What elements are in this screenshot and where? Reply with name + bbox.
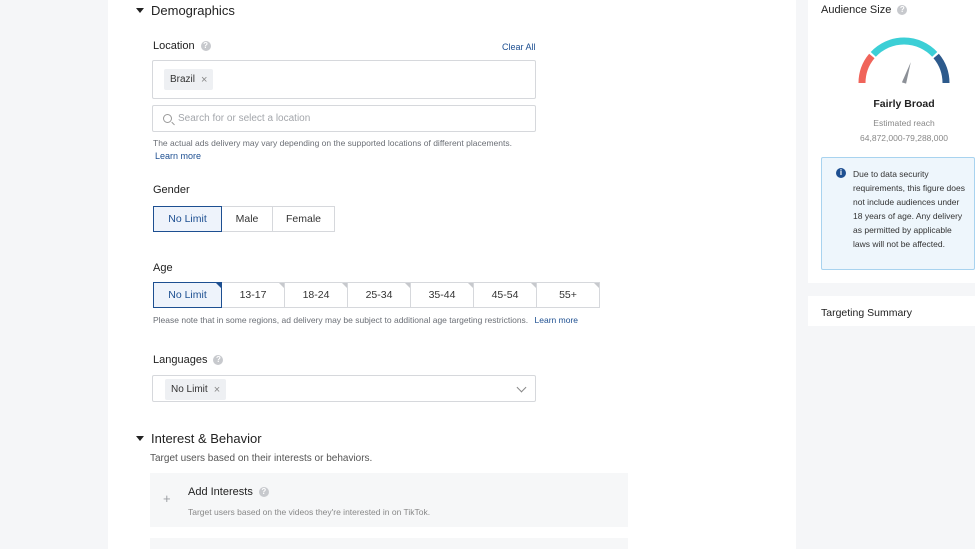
audience-gauge	[858, 37, 950, 84]
age-option-label: No Limit	[168, 289, 207, 301]
search-icon	[163, 114, 172, 123]
location-label-row: Location ?	[153, 40, 211, 52]
age-option-label: 35-44	[428, 289, 456, 301]
interest-header: Interest & Behavior	[151, 431, 262, 446]
location-tag: Brazil ×	[164, 69, 214, 90]
languages-tag-label: No Limit	[171, 384, 208, 395]
age-45-54-button[interactable]: 45-54	[473, 282, 537, 308]
gender-no-limit-button[interactable]: No Limit	[153, 206, 222, 232]
gender-options: No Limit Male Female	[153, 206, 335, 232]
age-note: Please note that in some regions, ad del…	[153, 315, 578, 325]
age-no-limit-button[interactable]: No Limit	[153, 282, 222, 308]
age-option-label: 55+	[559, 289, 577, 301]
remove-tag-icon[interactable]: ×	[201, 74, 207, 86]
estimated-reach-label: Estimated reach	[873, 118, 935, 128]
add-interests-description: Target users based on the videos they're…	[188, 507, 431, 517]
caret-down-icon	[136, 436, 144, 441]
age-label: Age	[153, 262, 173, 274]
languages-tag: No Limit ×	[165, 379, 227, 400]
age-option-label: 18-24	[302, 289, 330, 301]
age-35-44-button[interactable]: 35-44	[410, 282, 474, 308]
chevron-down-icon	[516, 382, 527, 393]
location-note: The actual ads delivery may vary dependi…	[153, 138, 512, 148]
location-search-input[interactable]	[178, 113, 518, 124]
demographics-section-toggle[interactable]: Demographics	[136, 3, 235, 18]
age-13-17-button[interactable]: 13-17	[221, 282, 285, 308]
age-option-label: 45-54	[491, 289, 519, 301]
age-18-24-button[interactable]: 18-24	[284, 282, 348, 308]
help-icon[interactable]: ?	[213, 355, 224, 365]
languages-select[interactable]: No Limit ×	[152, 375, 536, 402]
location-search[interactable]	[152, 105, 536, 132]
info-box: i Due to data security requirements, thi…	[821, 157, 975, 270]
audience-status: Fairly Broad	[873, 98, 935, 110]
gender-label-text: Gender	[153, 184, 190, 196]
gender-male-button[interactable]: Male	[221, 206, 273, 232]
gauge-mid-segment	[870, 37, 938, 57]
location-tag-label: Brazil	[170, 74, 196, 85]
age-options: No Limit 13-17 18-24 25-34 35-44 45-54 5…	[153, 282, 600, 308]
help-icon[interactable]: ?	[258, 487, 269, 497]
gender-female-button[interactable]: Female	[272, 206, 335, 232]
help-icon[interactable]: ?	[200, 41, 211, 51]
age-option-label: 25-34	[365, 289, 393, 301]
age-label-text: Age	[153, 262, 173, 274]
corner-marker-icon	[594, 283, 599, 288]
audience-size-title: Audience Size	[821, 4, 892, 16]
languages-label-row: Languages ?	[153, 354, 224, 366]
languages-label: Languages	[153, 354, 208, 366]
add-interests-card[interactable]: + Add Interests ? Target users based on …	[150, 473, 628, 527]
add-interests-title: Add Interests	[188, 486, 253, 498]
corner-marker-icon	[216, 283, 221, 288]
clear-all-link[interactable]: Clear All	[502, 42, 536, 52]
age-learn-more-link[interactable]: Learn more	[535, 315, 578, 325]
remove-tag-icon[interactable]: ×	[214, 384, 220, 396]
gauge-low-segment	[858, 53, 875, 84]
plus-icon: +	[163, 491, 171, 506]
gauge-high-segment	[933, 53, 950, 84]
location-learn-more-link[interactable]: Learn more	[155, 151, 201, 161]
info-icon: i	[836, 168, 846, 178]
add-interests-title-row: Add Interests ?	[188, 486, 269, 498]
demographics-header: Demographics	[151, 3, 235, 18]
age-note-text: Please note that in some regions, ad del…	[153, 315, 529, 325]
interest-description: Target users based on their interests or…	[150, 453, 373, 464]
age-55-plus-button[interactable]: 55+	[536, 282, 600, 308]
gauge-needle-icon	[901, 62, 911, 84]
estimated-reach-range: 64,872,000-79,288,000	[860, 133, 948, 143]
location-label: Location	[153, 40, 195, 52]
info-text: Due to data security requirements, this …	[853, 169, 965, 249]
gender-label: Gender	[153, 184, 190, 196]
caret-down-icon	[136, 8, 144, 13]
audience-size-title-row: Audience Size ?	[821, 4, 908, 16]
age-option-label: 13-17	[239, 289, 267, 301]
help-icon[interactable]: ?	[897, 5, 908, 15]
next-card[interactable]	[150, 538, 628, 549]
targeting-summary-title: Targeting Summary	[821, 307, 913, 319]
interest-section-toggle[interactable]: Interest & Behavior	[136, 431, 262, 446]
location-tag-box[interactable]: Brazil ×	[152, 60, 536, 99]
age-25-34-button[interactable]: 25-34	[347, 282, 411, 308]
